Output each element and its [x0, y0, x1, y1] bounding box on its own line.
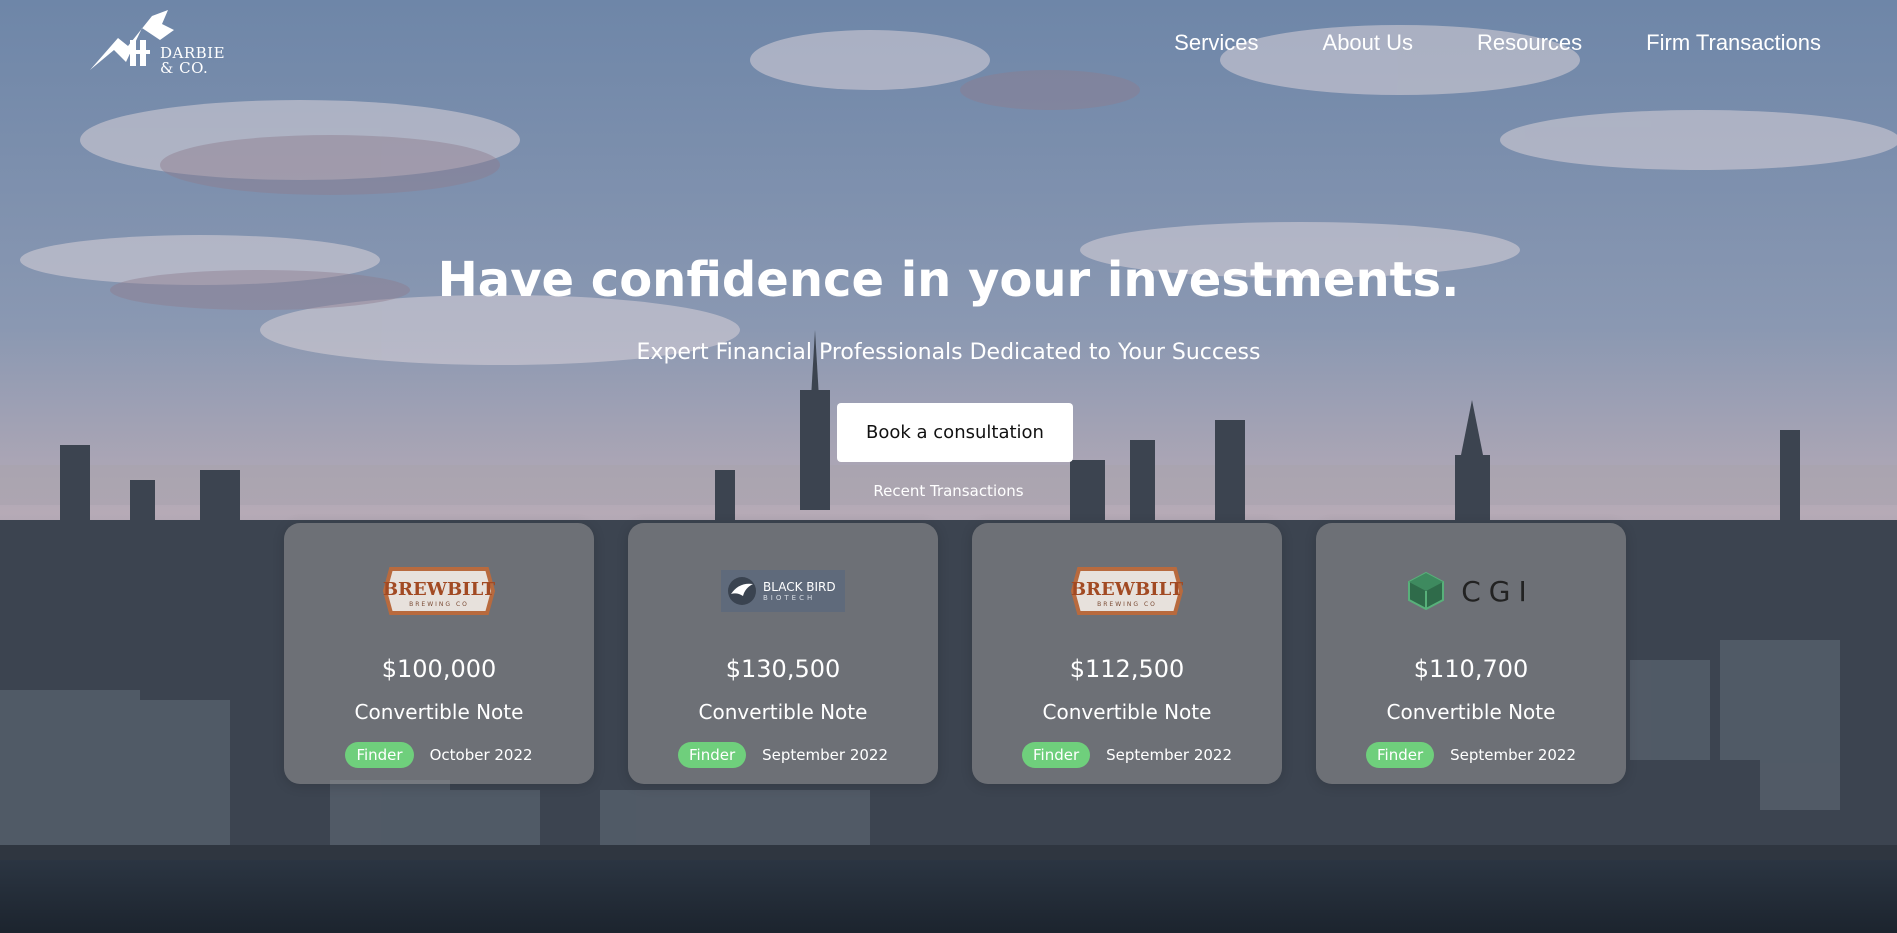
transaction-amount: $130,500	[725, 655, 841, 683]
brand-name: DARBIE & CO.	[160, 46, 225, 76]
city-skyline-image	[0, 0, 1897, 933]
brand-logo[interactable]: DARBIE & CO.	[90, 10, 240, 80]
role-badge: Finder	[678, 742, 747, 768]
recent-transactions-label: Recent Transactions	[873, 482, 1024, 500]
transaction-type: Convertible Note	[354, 700, 524, 724]
transaction-date: September 2022	[1106, 746, 1232, 764]
role-badge: Finder	[1022, 742, 1091, 768]
transaction-type: Convertible Note	[1042, 700, 1212, 724]
hero-subtitle: Expert Financial Professionals Dedicated…	[636, 340, 1261, 365]
transaction-card[interactable]: CGI $110,700 Convertible Note Finder Sep…	[1316, 523, 1626, 784]
brand-name-line2: & CO.	[160, 59, 209, 77]
cube-icon	[1408, 571, 1445, 611]
transaction-date: September 2022	[762, 746, 888, 764]
brewbilt-logo: BREWBILT BREWING CO	[374, 556, 504, 626]
svg-text:BREWING CO: BREWING CO	[409, 601, 469, 608]
nav-services[interactable]: Services	[1174, 30, 1258, 56]
transactions-list: BREWBILT BREWING CO $100,000 Convertible…	[284, 523, 1626, 784]
hero-background	[0, 0, 1897, 933]
transaction-card[interactable]: BREWBILT BREWING CO $112,500 Convertible…	[972, 523, 1282, 784]
transaction-meta: Finder September 2022	[1316, 742, 1626, 768]
cgi-name: CGI	[1461, 574, 1535, 608]
svg-text:BREWBILT: BREWBILT	[1071, 579, 1183, 600]
blackbird-name: BLACK BIRD	[763, 579, 836, 594]
blackbird-logo: BLACK BIRD BIOTECH	[718, 556, 848, 626]
cgi-logo-box: CGI	[1407, 571, 1535, 611]
brewbilt-logo-icon: BREWBILT BREWING CO	[1071, 567, 1183, 615]
transaction-type: Convertible Note	[1386, 700, 1556, 724]
nav-about-us[interactable]: About Us	[1323, 30, 1414, 56]
transaction-card[interactable]: BLACK BIRD BIOTECH $130,500 Convertible …	[628, 523, 938, 784]
svg-text:BREWING CO: BREWING CO	[1097, 601, 1157, 608]
svg-text:BREWBILT: BREWBILT	[383, 579, 495, 600]
transaction-amount: $112,500	[1069, 655, 1185, 683]
transaction-meta: Finder October 2022	[284, 742, 594, 768]
blackbird-subtext: BIOTECH	[763, 593, 816, 602]
cgi-logo: CGI	[1406, 556, 1536, 626]
transaction-amount: $100,000	[381, 655, 497, 683]
transaction-date: September 2022	[1450, 746, 1576, 764]
transaction-date: October 2022	[429, 746, 533, 764]
transaction-meta: Finder September 2022	[972, 742, 1282, 768]
transaction-amount: $110,700	[1413, 655, 1529, 683]
nav-firm-transactions[interactable]: Firm Transactions	[1646, 30, 1821, 56]
transaction-card[interactable]: BREWBILT BREWING CO $100,000 Convertible…	[284, 523, 594, 784]
bird-icon	[728, 577, 756, 605]
nav-resources[interactable]: Resources	[1477, 30, 1582, 56]
main-nav: Services About Us Resources Firm Transac…	[1174, 30, 1821, 56]
hero-title: Have confidence in your investments.	[437, 252, 1460, 308]
brewbilt-logo: BREWBILT BREWING CO	[1062, 556, 1192, 626]
blackbird-logo-box: BLACK BIRD BIOTECH	[721, 570, 845, 612]
role-badge: Finder	[1366, 742, 1435, 768]
book-consultation-button[interactable]: Book a consultation	[837, 403, 1073, 462]
brewbilt-logo-icon: BREWBILT BREWING CO	[383, 567, 495, 615]
role-badge: Finder	[345, 742, 414, 768]
transaction-type: Convertible Note	[698, 700, 868, 724]
transaction-meta: Finder September 2022	[628, 742, 938, 768]
